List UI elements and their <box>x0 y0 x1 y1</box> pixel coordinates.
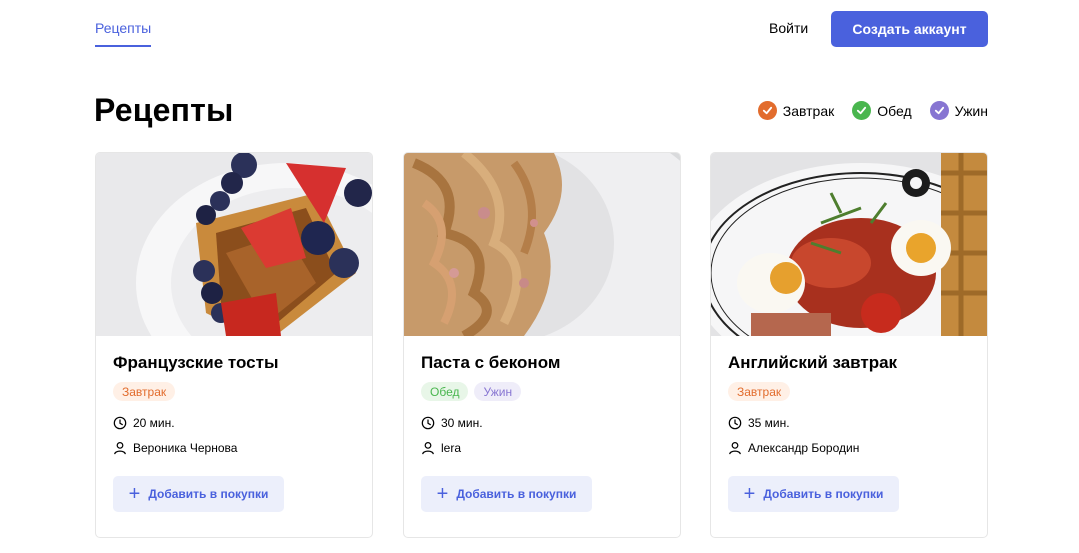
clock-icon <box>728 416 742 430</box>
add-to-shopping-label: Добавить в покупки <box>763 487 884 501</box>
add-to-shopping-button[interactable]: + Добавить в покупки <box>421 476 592 512</box>
page-title: Рецепты <box>94 92 234 128</box>
tag-lunch: Обед <box>421 382 469 401</box>
user-icon <box>422 441 434 455</box>
user-icon <box>114 441 126 455</box>
recipe-card: Английский завтрак Завтрак 35 мин. Алекс… <box>710 152 988 538</box>
user-icon <box>729 441 741 455</box>
filter-breakfast[interactable]: Завтрак <box>757 101 835 120</box>
recipe-time: 35 мин. <box>728 415 970 431</box>
filter-label: Обед <box>877 102 912 119</box>
check-icon <box>757 101 777 120</box>
nav-link-recipes[interactable]: Рецепты <box>95 20 151 36</box>
author-name[interactable]: Вероника Чернова <box>133 441 237 455</box>
add-to-shopping-label: Добавить в покупки <box>456 487 577 501</box>
recipe-card: Паста с беконом Обед Ужин 30 мин. lera +… <box>403 152 681 538</box>
plus-icon: + <box>436 483 449 505</box>
time-value: 35 мин. <box>748 416 790 430</box>
clock-icon <box>113 416 127 430</box>
filter-label: Ужин <box>954 102 988 119</box>
add-to-shopping-button[interactable]: + Добавить в покупки <box>113 476 284 512</box>
recipe-image[interactable] <box>404 153 680 336</box>
login-link[interactable]: Войти <box>769 20 808 36</box>
recipe-image[interactable] <box>96 153 372 336</box>
create-account-button[interactable]: Создать аккаунт <box>831 11 988 47</box>
filter-dinner[interactable]: Ужин <box>929 101 988 120</box>
author-name[interactable]: Александр Бородин <box>748 441 859 455</box>
nav-active-underline <box>95 45 151 47</box>
recipe-author: Вероника Чернова <box>113 440 355 456</box>
tag-breakfast: Завтрак <box>728 382 791 401</box>
filter-lunch[interactable]: Обед <box>852 101 912 120</box>
recipe-author: Александр Бородин <box>728 440 970 456</box>
time-value: 20 мин. <box>133 416 175 430</box>
recipe-time: 30 мин. <box>421 415 663 431</box>
recipe-image[interactable] <box>711 153 987 336</box>
recipe-card: Французские тосты Завтрак 20 мин. Верони… <box>95 152 373 538</box>
plus-icon: + <box>743 483 756 505</box>
header: Рецепты Войти Создать аккаунт <box>0 0 1079 60</box>
filter-label: Завтрак <box>782 102 835 119</box>
clock-icon <box>421 416 435 430</box>
recipe-title[interactable]: Паста с беконом <box>421 353 663 373</box>
recipe-title[interactable]: Английский завтрак <box>728 353 970 373</box>
add-to-shopping-button[interactable]: + Добавить в покупки <box>728 476 899 512</box>
recipe-tags: Завтрак <box>113 382 355 402</box>
recipe-tags: Завтрак <box>728 382 970 402</box>
tag-breakfast: Завтрак <box>113 382 176 401</box>
recipe-title[interactable]: Французские тосты <box>113 353 355 373</box>
check-icon <box>929 101 949 120</box>
tag-dinner: Ужин <box>474 382 522 401</box>
time-value: 30 мин. <box>441 416 483 430</box>
plus-icon: + <box>128 483 141 505</box>
add-to-shopping-label: Добавить в покупки <box>148 487 269 501</box>
recipe-time: 20 мин. <box>113 415 355 431</box>
recipe-author: lera <box>421 440 663 456</box>
recipe-tags: Обед Ужин <box>421 382 663 402</box>
author-name[interactable]: lera <box>441 441 461 455</box>
check-icon <box>852 101 872 120</box>
meal-filters: Завтрак Обед Ужин <box>757 101 988 120</box>
